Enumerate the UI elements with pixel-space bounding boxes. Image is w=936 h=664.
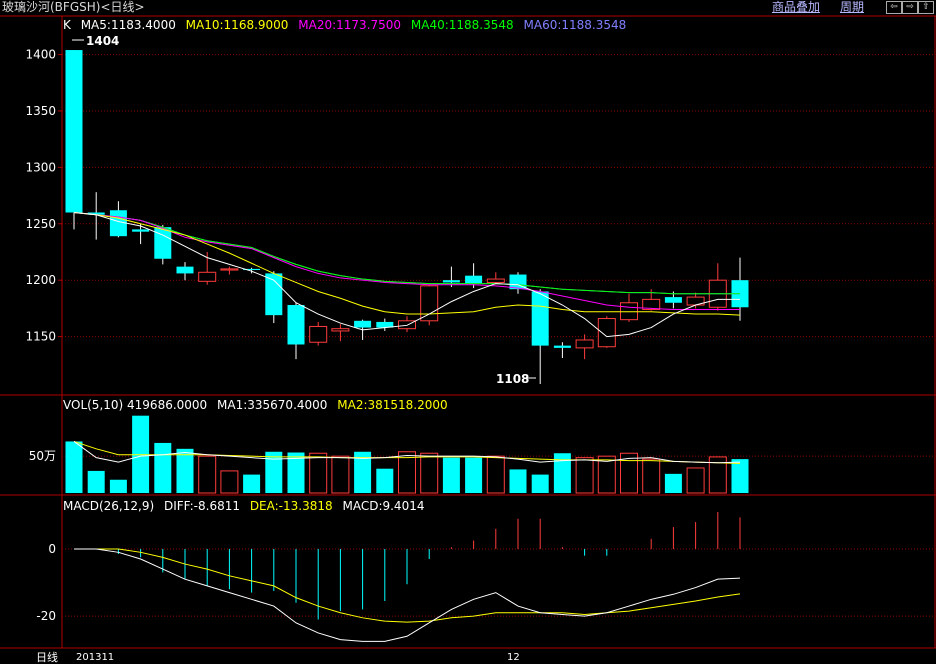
volume-bar-up xyxy=(220,470,239,494)
price-tick-label: 1150 xyxy=(25,330,56,344)
volume-bar-down xyxy=(243,474,261,493)
candle-body-down xyxy=(65,50,83,213)
legend-k: K xyxy=(63,18,71,32)
candle-body-up xyxy=(575,339,594,349)
candle-body-down xyxy=(154,227,172,259)
legend-ma60: MA60:1188.3548 xyxy=(523,18,627,32)
volume-bar-up xyxy=(331,455,350,494)
volume-bar-down xyxy=(376,468,394,493)
volume-bar-down xyxy=(531,474,549,493)
macd-tick-label: 0 xyxy=(48,542,56,556)
volume-bar-down xyxy=(442,457,460,493)
y-axis-ticks: 1400 1350 1300 1250 1200 1150 50万 0 -20 xyxy=(25,48,62,623)
chart-annotations: 1404 1108 日线 201311 12 xyxy=(36,34,536,664)
candle-body-down xyxy=(553,345,571,348)
candle-body-down xyxy=(465,275,483,284)
volume-bar-up xyxy=(686,467,705,494)
legend-macd: MACD:9.4014 xyxy=(342,499,425,513)
low-label: 1108 xyxy=(496,372,529,386)
volume-bar-up xyxy=(309,452,328,494)
legend-macd-params: MACD(26,12,9) xyxy=(63,499,155,513)
volume-legend: VOL(5,10) 419686.0000 MA1:335670.4000 MA… xyxy=(63,398,454,412)
candle-body-down xyxy=(176,266,194,274)
volume-bar-up xyxy=(420,452,439,494)
candle-body-up xyxy=(597,318,616,348)
volume-tick-label: 50万 xyxy=(29,449,56,463)
legend-dea: DEA:-13.3818 xyxy=(249,499,333,513)
macd-tick-label: -20 xyxy=(36,609,56,623)
x-tick-201311: 201311 xyxy=(76,652,114,663)
legend-diff: DIFF:-8.6811 xyxy=(163,499,240,513)
ma60-line xyxy=(73,212,740,295)
legend-ma10: MA10:1168.9000 xyxy=(185,18,289,32)
legend-ma40: MA40:1188.3548 xyxy=(410,18,514,32)
candle-body-up xyxy=(198,271,217,282)
volume-bar-down xyxy=(154,442,172,493)
candle-body-down xyxy=(132,229,150,232)
candle-body-down xyxy=(664,297,682,303)
candle-body-down xyxy=(287,305,305,345)
volume-bar-up xyxy=(198,455,217,494)
grid-lines xyxy=(62,54,934,617)
volume-bar-down xyxy=(664,473,682,493)
price-tick-label: 1300 xyxy=(25,160,56,174)
volume-bar-down xyxy=(109,479,127,493)
legend-vol-ma2: MA2:381518.2000 xyxy=(337,398,448,412)
legend-ma5: MA5:1183.4000 xyxy=(80,18,176,32)
candle-body-down xyxy=(354,320,372,328)
candlestick-series xyxy=(65,50,749,384)
volume-bar-down xyxy=(65,441,83,493)
macd-bars xyxy=(117,512,741,620)
volume-bar-down xyxy=(731,459,749,493)
candle-body-up xyxy=(486,278,505,283)
volume-bar-down xyxy=(465,457,483,493)
candle-body-up xyxy=(309,325,328,343)
legend-vol-ma1: MA1:335670.4000 xyxy=(217,398,328,412)
candle-body-down xyxy=(531,291,549,346)
volume-bar-down xyxy=(176,448,194,493)
high-label: 1404 xyxy=(86,34,119,48)
volume-bar-up xyxy=(575,457,594,494)
volume-bar-down xyxy=(509,469,527,493)
period-label: 日线 xyxy=(36,650,58,664)
candle-body-up xyxy=(220,268,239,271)
price-tick-label: 1400 xyxy=(25,48,56,62)
candle-body-down xyxy=(442,280,460,283)
volume-bar-up xyxy=(486,455,505,494)
candle-body-up xyxy=(620,302,638,321)
price-legend: K MA5:1183.4000 MA10:1168.9000 MA20:1173… xyxy=(63,18,632,32)
price-tick-label: 1250 xyxy=(25,217,56,231)
ma20-line xyxy=(73,212,740,311)
price-tick-label: 1350 xyxy=(25,104,56,118)
x-tick-12: 12 xyxy=(507,652,520,663)
ma10-line xyxy=(73,212,741,316)
legend-vol: VOL(5,10) 419686.0000 xyxy=(63,398,208,412)
legend-ma20: MA20:1173.7500 xyxy=(298,18,402,32)
volume-bar-down xyxy=(87,470,105,493)
volume-bar-up xyxy=(642,458,661,494)
volume-bar-down xyxy=(265,451,283,493)
ma40-line xyxy=(73,212,740,295)
candle-body-up xyxy=(331,328,350,332)
macd-legend: MACD(26,12,9) DIFF:-8.6811 DEA:-13.3818 … xyxy=(63,499,430,513)
chart-canvas[interactable]: 1400 1350 1300 1250 1200 1150 50万 0 -20 1404 110… xyxy=(0,0,936,664)
candle-body-up xyxy=(420,285,439,322)
price-tick-label: 1200 xyxy=(25,273,56,287)
